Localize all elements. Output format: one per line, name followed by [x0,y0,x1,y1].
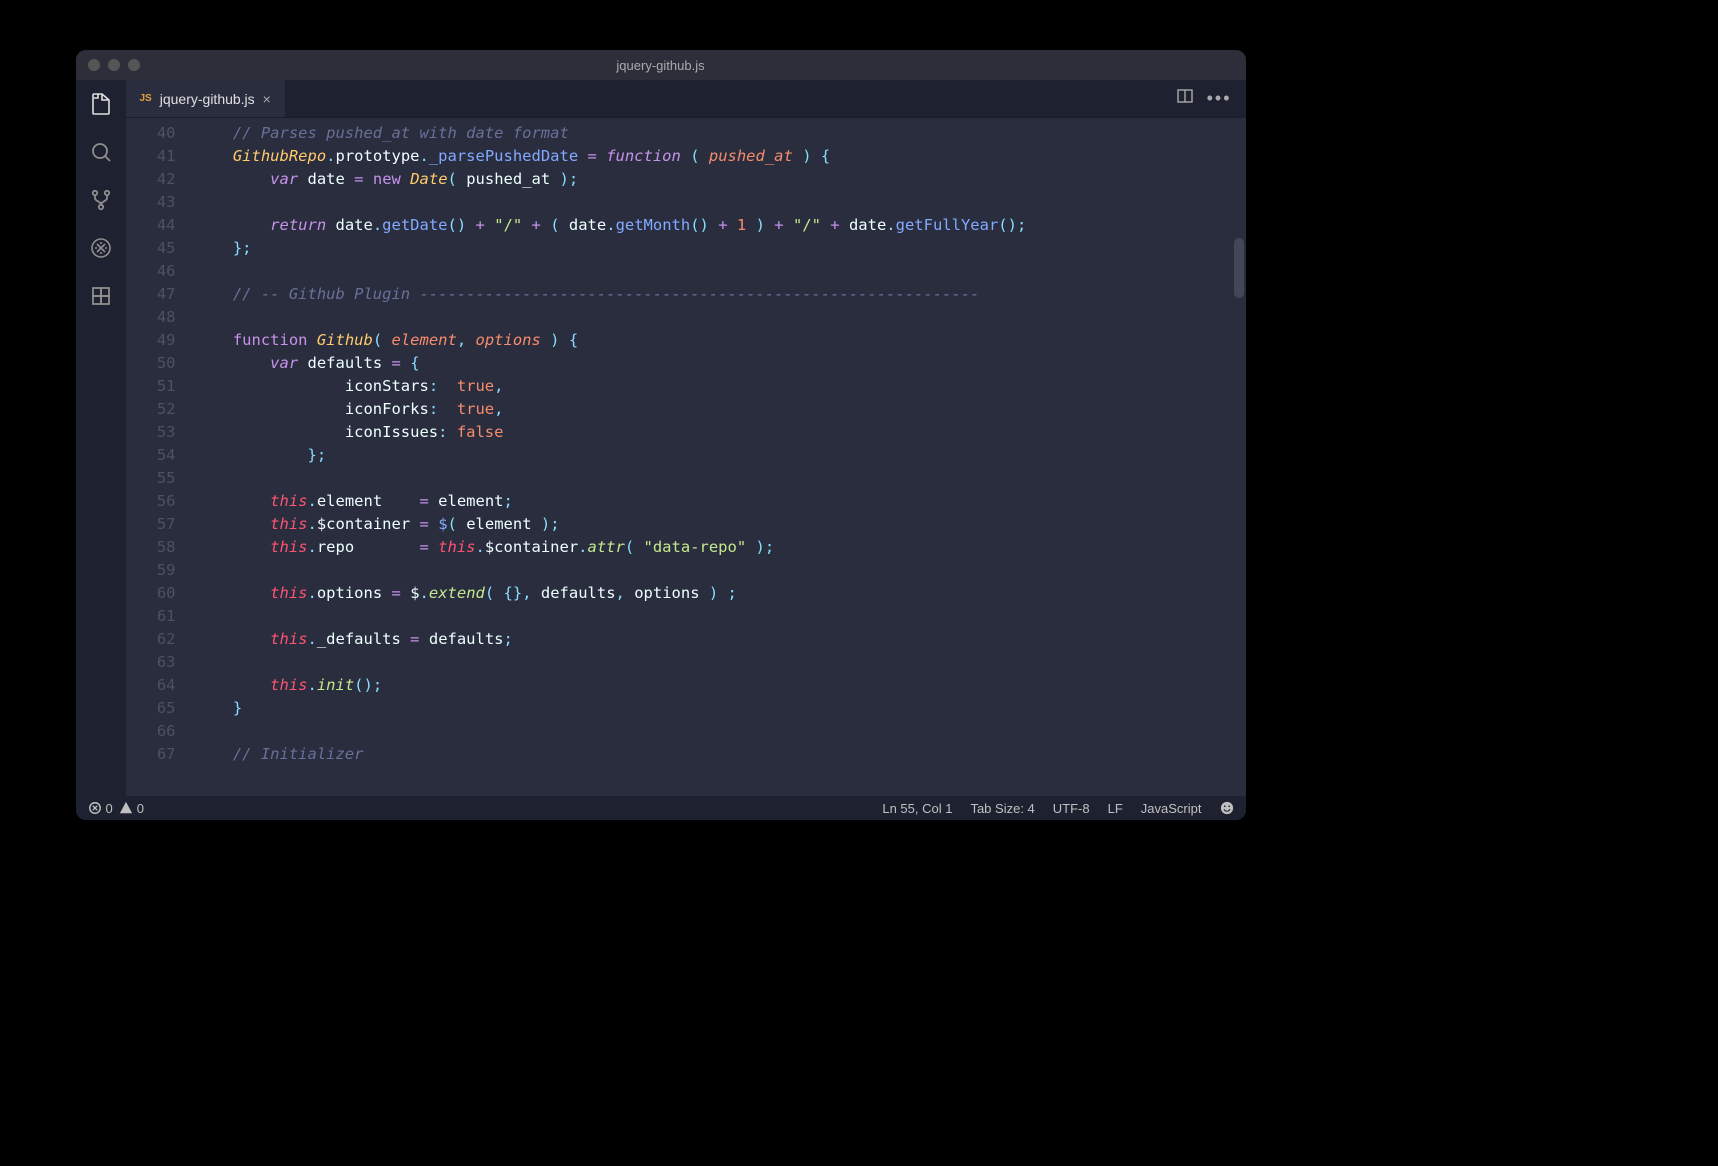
close-tab-icon[interactable]: × [263,91,271,107]
line-number: 41 [126,145,176,168]
eol-status[interactable]: LF [1108,801,1123,816]
code-line[interactable]: } [196,697,1246,720]
window-controls [88,59,140,71]
line-number: 61 [126,605,176,628]
js-file-icon: JS [140,93,152,104]
code-line[interactable]: }; [196,237,1246,260]
errors-status[interactable]: 0 [88,801,113,816]
line-number: 67 [126,743,176,766]
status-bar: 0 0 Ln 55, Col 1 Tab Size: 4 UTF-8 LF Ja… [76,796,1246,820]
editor-window: jquery-github.js JS jque [76,50,1246,820]
line-number: 57 [126,513,176,536]
line-number: 64 [126,674,176,697]
line-number: 42 [126,168,176,191]
code-line[interactable]: return date.getDate() + "/" + ( date.get… [196,214,1246,237]
line-number: 55 [126,467,176,490]
code-line[interactable] [196,651,1246,674]
line-number: 54 [126,444,176,467]
tab-jquery-github[interactable]: JS jquery-github.js × [126,80,285,117]
code-line[interactable]: var date = new Date( pushed_at ); [196,168,1246,191]
code-line[interactable]: this.init(); [196,674,1246,697]
line-number: 46 [126,260,176,283]
line-number: 40 [126,122,176,145]
warnings-status[interactable]: 0 [119,801,144,816]
code-line[interactable]: this.repo = this.$container.attr( "data-… [196,536,1246,559]
line-number: 52 [126,398,176,421]
feedback-icon[interactable] [1220,801,1234,815]
source-control-icon[interactable] [87,186,115,214]
code-line[interactable]: this._defaults = defaults; [196,628,1246,651]
activity-bar [76,80,126,796]
titlebar: jquery-github.js [76,50,1246,80]
split-editor-icon[interactable] [1177,88,1193,109]
cursor-position-status[interactable]: Ln 55, Col 1 [882,801,952,816]
line-number: 48 [126,306,176,329]
line-number-gutter: 4041424344454647484950515253545556575859… [126,122,196,796]
line-number: 43 [126,191,176,214]
encoding-status[interactable]: UTF-8 [1053,801,1090,816]
code-line[interactable] [196,720,1246,743]
line-number: 56 [126,490,176,513]
line-number: 66 [126,720,176,743]
tab-actions: ••• [1177,80,1246,117]
code-line[interactable] [196,306,1246,329]
code-line[interactable]: var defaults = { [196,352,1246,375]
code-area[interactable]: // Parses pushed_at with date format Git… [196,122,1246,796]
line-number: 53 [126,421,176,444]
line-number: 59 [126,559,176,582]
warnings-count: 0 [137,801,144,816]
code-line[interactable] [196,559,1246,582]
line-number: 60 [126,582,176,605]
code-line[interactable]: iconStars: true, [196,375,1246,398]
minimize-window-button[interactable] [108,59,120,71]
code-line[interactable] [196,605,1246,628]
code-line[interactable]: // Parses pushed_at with date format [196,122,1246,145]
editor-area: JS jquery-github.js × ••• 40414243444546… [126,80,1246,796]
tabs-bar: JS jquery-github.js × ••• [126,80,1246,118]
code-line[interactable]: this.element = element; [196,490,1246,513]
code-line[interactable]: iconIssues: false [196,421,1246,444]
tab-label: jquery-github.js [160,91,255,107]
line-number: 45 [126,237,176,260]
more-actions-icon[interactable]: ••• [1207,88,1232,109]
explorer-icon[interactable] [87,90,115,118]
search-icon[interactable] [87,138,115,166]
line-number: 58 [126,536,176,559]
tab-size-status[interactable]: Tab Size: 4 [970,801,1034,816]
line-number: 63 [126,651,176,674]
code-line[interactable] [196,467,1246,490]
debug-icon[interactable] [87,234,115,262]
code-line[interactable] [196,260,1246,283]
code-line[interactable] [196,191,1246,214]
line-number: 49 [126,329,176,352]
extensions-icon[interactable] [87,282,115,310]
line-number: 62 [126,628,176,651]
window-title: jquery-github.js [616,58,704,73]
code-line[interactable]: GithubRepo.prototype._parsePushedDate = … [196,145,1246,168]
code-line[interactable]: this.options = $.extend( {}, defaults, o… [196,582,1246,605]
code-line[interactable]: // Initializer [196,743,1246,766]
line-number: 50 [126,352,176,375]
line-number: 44 [126,214,176,237]
line-number: 65 [126,697,176,720]
language-mode-status[interactable]: JavaScript [1141,801,1202,816]
code-line[interactable]: }; [196,444,1246,467]
main-area: JS jquery-github.js × ••• 40414243444546… [76,80,1246,796]
code-line[interactable]: iconForks: true, [196,398,1246,421]
close-window-button[interactable] [88,59,100,71]
line-number: 47 [126,283,176,306]
scrollbar-thumb[interactable] [1234,238,1244,298]
errors-count: 0 [106,801,113,816]
code-line[interactable]: // -- Github Plugin --------------------… [196,283,1246,306]
zoom-window-button[interactable] [128,59,140,71]
line-number: 51 [126,375,176,398]
code-line[interactable]: function Github( element, options ) { [196,329,1246,352]
scrollbar[interactable] [1232,118,1246,796]
code-line[interactable]: this.$container = $( element ); [196,513,1246,536]
editor-content[interactable]: 4041424344454647484950515253545556575859… [126,118,1246,796]
